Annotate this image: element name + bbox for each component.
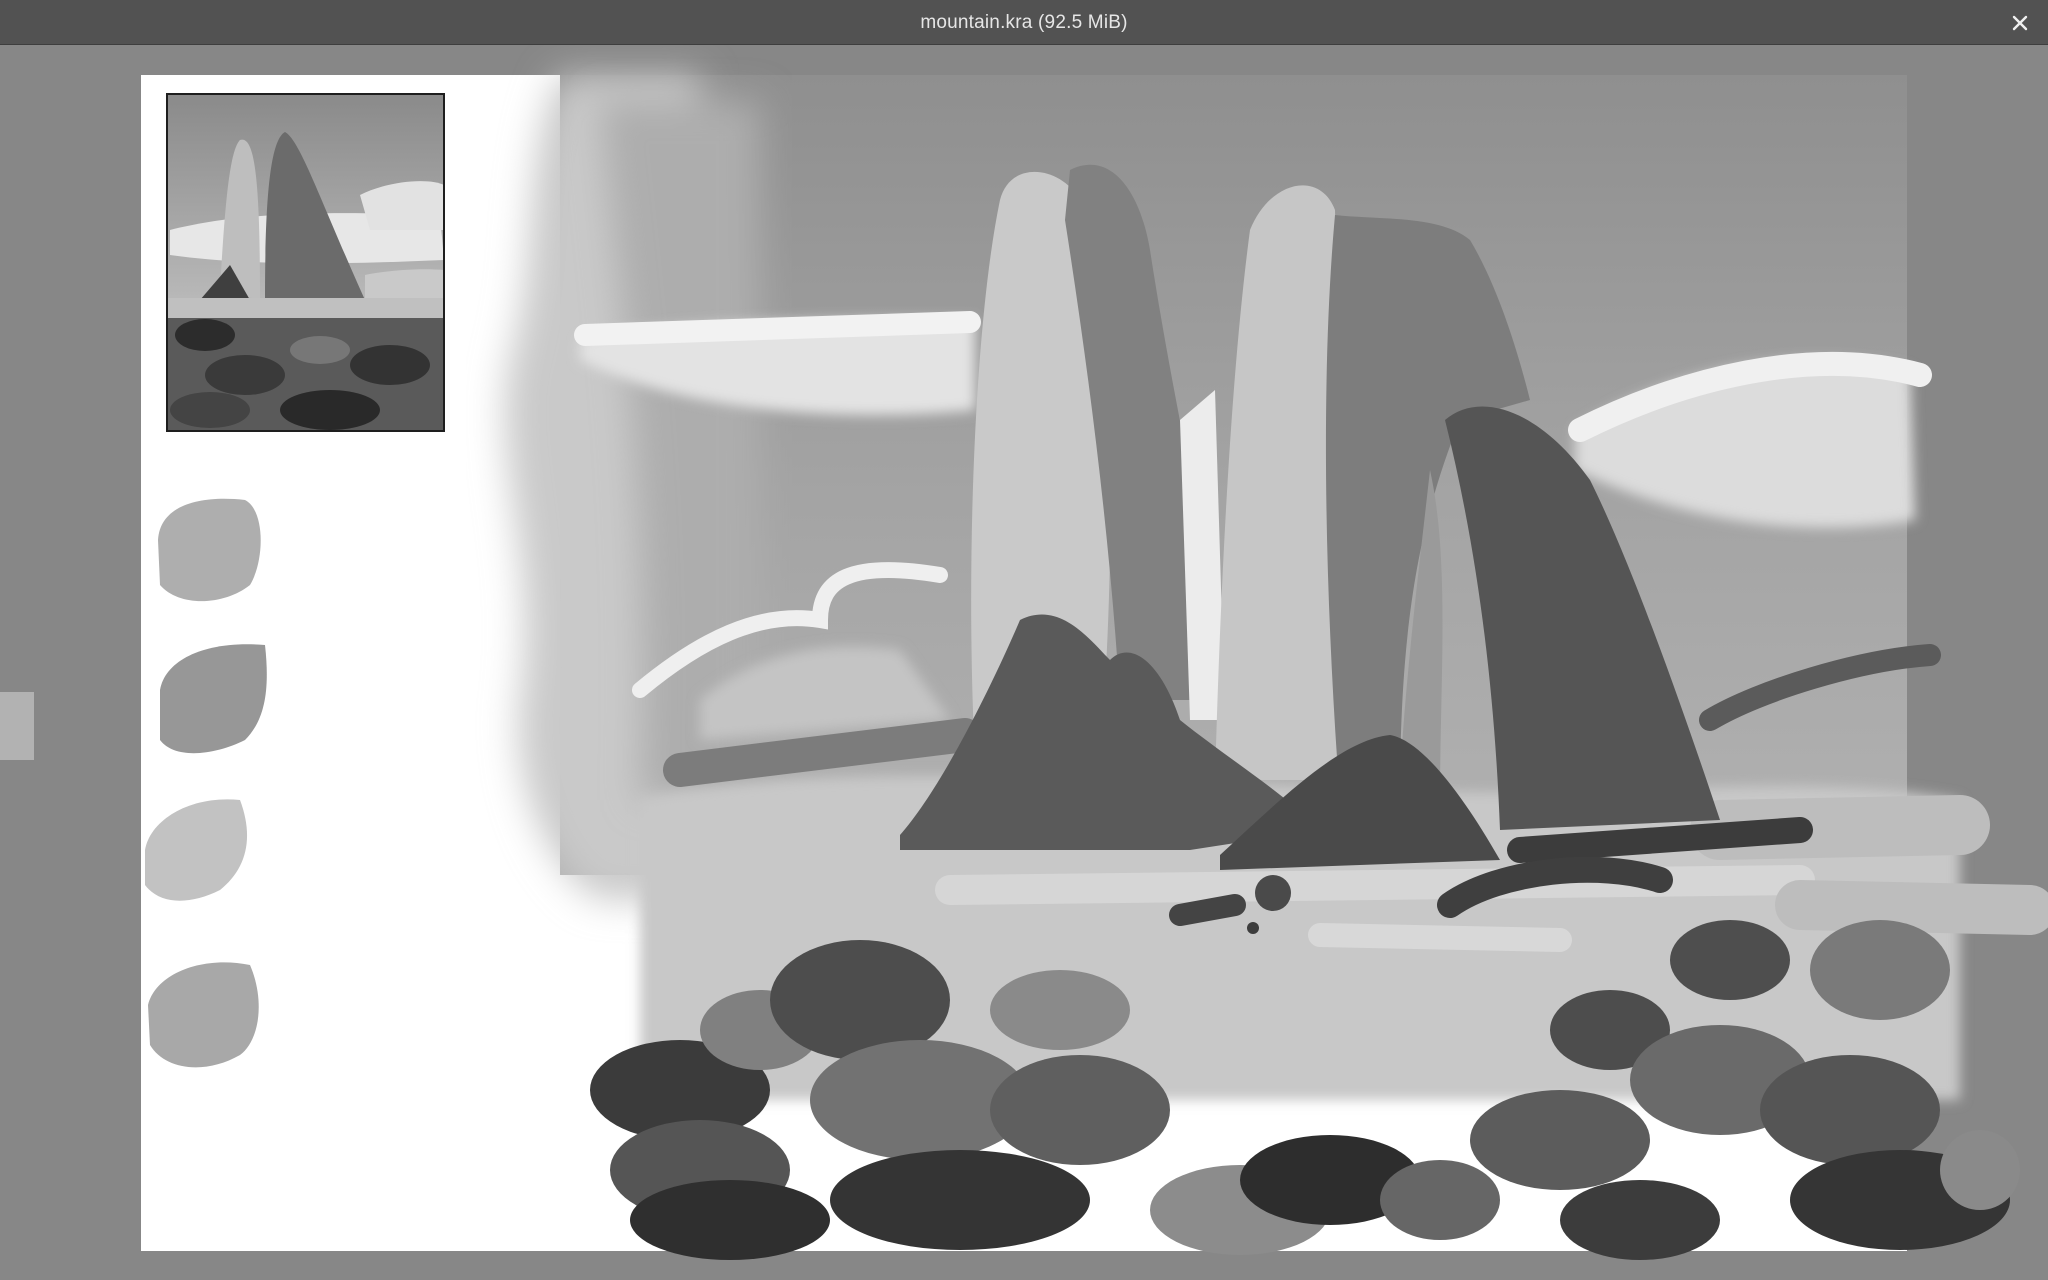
close-icon [2012, 15, 2028, 31]
painting-canvas[interactable] [0, 45, 2048, 1280]
reference-thumbnail[interactable] [167, 94, 444, 431]
swatch-light-gray[interactable] [158, 498, 261, 602]
canvas-viewport[interactable] [0, 45, 2048, 1280]
close-button[interactable] [2006, 9, 2034, 37]
title-bar: mountain.kra (92.5 MiB) [0, 0, 2048, 45]
window-title: mountain.kra (92.5 MiB) [920, 12, 1128, 33]
